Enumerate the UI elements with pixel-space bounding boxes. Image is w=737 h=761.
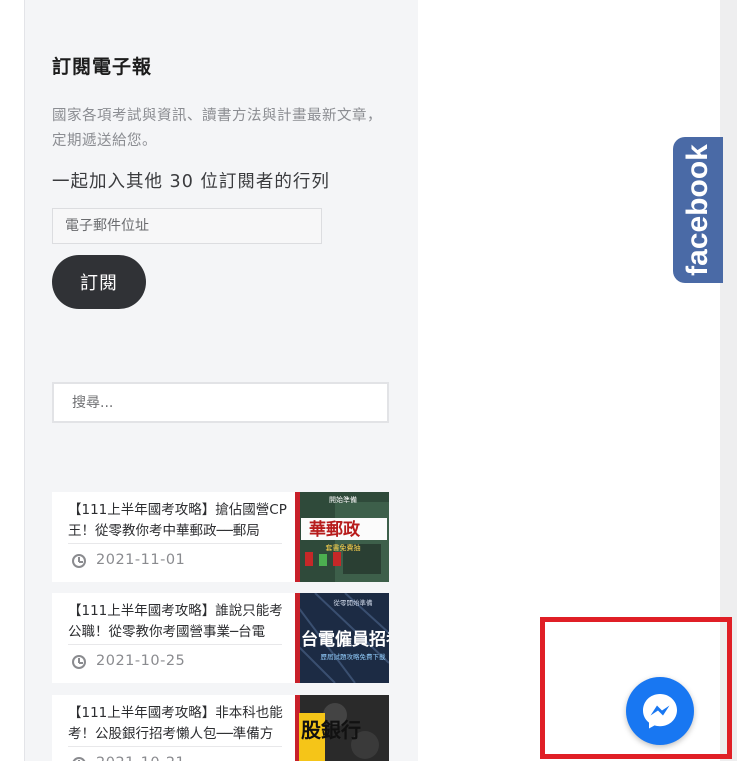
thumb-headline: 台電僱員招考 bbox=[301, 629, 389, 650]
subscribe-title: 訂閱電子報 bbox=[52, 56, 153, 78]
subscribe-button[interactable]: 訂閱 bbox=[52, 255, 146, 309]
thumb-headline: 華郵政 bbox=[309, 519, 361, 540]
post-item[interactable]: 【111上半年國考攻略】誰說只能考公職！從零教你考國營事業─台電 2021-10… bbox=[52, 593, 389, 683]
post-thumbnail[interactable]: 股銀行 bbox=[295, 695, 389, 761]
post-title[interactable]: 【111上半年國考攻略】搶佔國營CP王！從零教你考中華郵政──郵局 bbox=[68, 500, 288, 542]
post-thumbnail[interactable]: 從零開始準備 台電僱員招考 歷屆試題攻略免費下載 bbox=[295, 593, 389, 683]
divider bbox=[68, 746, 282, 747]
post-item[interactable]: 【111上半年國考攻略】非本科也能考！公股銀行招考懶人包──準備方 2021-1… bbox=[52, 695, 389, 761]
email-field[interactable] bbox=[52, 208, 322, 244]
messenger-icon bbox=[643, 694, 677, 729]
clock-icon bbox=[72, 757, 86, 761]
post-item[interactable]: 【111上半年國考攻略】搶佔國營CP王！從零教你考中華郵政──郵局 2021-1… bbox=[52, 492, 389, 582]
thumb-sub-text: 套書免費抽 bbox=[326, 543, 361, 552]
clock-icon bbox=[72, 554, 86, 568]
subscriber-count-text: 一起加入其他 30 位訂閱者的行列 bbox=[52, 172, 330, 192]
facebook-tab-label: facebook bbox=[681, 144, 714, 276]
divider bbox=[68, 644, 282, 645]
facebook-side-tab[interactable]: facebook bbox=[673, 137, 723, 283]
post-date: 2021-11-01 bbox=[96, 552, 186, 568]
post-title[interactable]: 【111上半年國考攻略】非本科也能考！公股銀行招考懶人包──準備方 bbox=[68, 703, 288, 745]
divider bbox=[68, 543, 282, 544]
post-title[interactable]: 【111上半年國考攻略】誰說只能考公職！從零教你考國營事業─台電 bbox=[68, 601, 288, 643]
thumb-sub-text: 歷屆試題攻略免費下載 bbox=[321, 652, 387, 661]
subscribe-description: 國家各項考試與資訊、讀書方法與計畫最新文章，定期遞送給您。 bbox=[52, 108, 382, 149]
page: 訂閱電子報 國家各項考試與資訊、讀書方法與計畫最新文章，定期遞送給您。 一起加入… bbox=[0, 0, 737, 761]
search-input[interactable] bbox=[52, 382, 389, 423]
post-date: 2021-10-25 bbox=[96, 653, 186, 669]
thumb-small-text: 從零開始準備 bbox=[334, 598, 374, 607]
clock-icon bbox=[72, 655, 86, 669]
thumb-headline: 股銀行 bbox=[301, 718, 361, 742]
post-thumbnail[interactable]: 開始準備 華郵政 套書免費抽 bbox=[295, 492, 389, 582]
post-date: 2021-10-21 bbox=[96, 755, 185, 761]
thumb-small-text: 開始準備 bbox=[329, 495, 357, 504]
messenger-chat-button[interactable] bbox=[626, 677, 694, 745]
